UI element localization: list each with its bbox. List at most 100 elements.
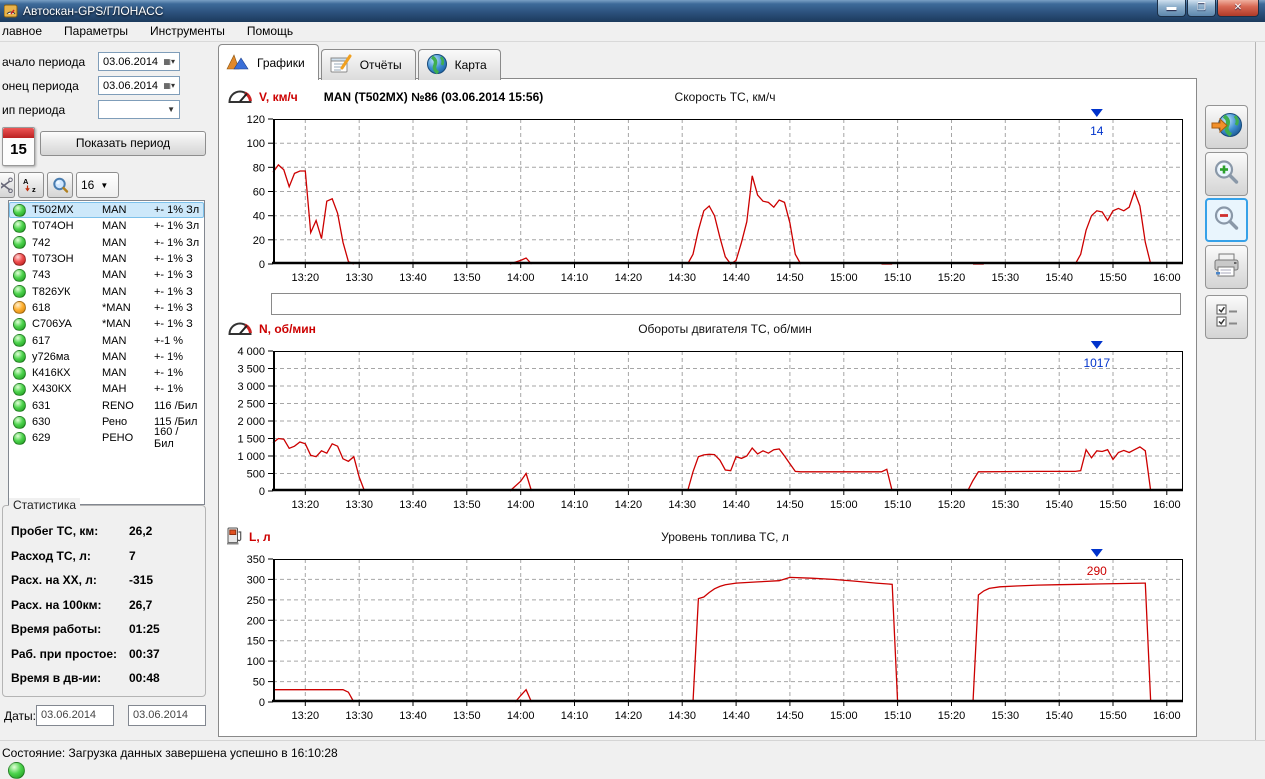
report-options-button[interactable] [1205,295,1248,339]
fuel-chart-title: Уровень топлива ТС, л [269,530,1181,544]
vehicle-row[interactable]: Т502МХMAN+- 1% Зл [9,202,204,218]
vehicle-note: +- 1% Зл [154,204,201,216]
vehicle-row[interactable]: Т073ОНMAN+- 1% З [9,251,204,267]
charts-icon [226,52,250,73]
tab-карта[interactable]: Карта [418,49,501,80]
stat-label: Пробег ТС, км: [11,524,98,538]
svg-text:13:40: 13:40 [399,272,427,284]
svg-text:15:20: 15:20 [938,499,966,511]
svg-text:A: A [23,177,29,186]
statistics-panel: Статистика Пробег ТС, км:26,2Расход ТС, … [2,505,206,697]
vehicle-status-icon [13,399,26,412]
speed-chart-plot[interactable]: 13:2013:3013:4013:5014:0014:1014:2014:30… [221,107,1197,288]
vehicle-status-icon [13,367,26,380]
vehicle-status-icon [13,220,26,233]
svg-text:16:00: 16:00 [1153,499,1181,511]
vehicle-name: 617 [32,335,102,347]
chart-marker-value: 290 [1087,564,1107,578]
main-area: ГрафикиОтчётыКарта V, км/чMAN (Т502МХ) №… [210,42,1265,740]
fuel-chart-plot[interactable]: 13:2013:3013:4013:5014:0014:1014:2014:30… [221,547,1197,726]
print-button[interactable] [1205,245,1248,289]
chevron-down-icon[interactable]: ▼ [167,105,175,114]
minimize-button[interactable]: ▬ [1157,0,1186,17]
svg-text:14:30: 14:30 [668,710,696,722]
vehicle-name: 631 [32,400,102,412]
vehicle-row[interactable]: у726маMAN+- 1% [9,349,204,365]
menu-item-3[interactable]: Помощь [236,22,304,41]
vehicle-brand: Рено [102,416,154,428]
restore-button[interactable]: ❐ [1187,0,1216,17]
list-size-select[interactable]: 16 ▼ [76,172,119,198]
search-button[interactable] [47,172,73,198]
period-type-select[interactable]: ▼ [98,100,180,119]
period-start-field[interactable]: 03.06.2014 ▦▾ [98,52,180,71]
vehicle-name: 630 [32,416,102,428]
globe-arrow-icon [1210,110,1244,145]
search-icon [52,177,69,194]
rpm-chart-plot[interactable]: 13:2013:3013:4013:5014:0014:1014:2014:30… [221,339,1197,515]
rpm-chart: N, об/минОбороты двигателя ТС, об/мин13:… [219,319,1196,515]
window-title: Автоскан-GPS/ГЛОНАСС [23,4,163,18]
svg-text:60: 60 [253,187,265,199]
period-end-field[interactable]: 03.06.2014 ▦▾ [98,76,180,95]
vehicle-brand: *MAN [102,302,154,314]
open-map-button[interactable] [1205,105,1248,149]
menu-item-0[interactable]: лавное [0,22,53,41]
vehicle-row[interactable]: Х430КХМАН+- 1% [9,381,204,397]
vehicle-row[interactable]: К416КХMAN+- 1% [9,365,204,381]
zoom-out-button[interactable] [1205,198,1248,242]
vehicle-note: 160 / Бил [154,426,201,450]
calendar-dropdown-icon[interactable]: ▦▾ [163,57,175,66]
stat-value: 00:48 [129,671,160,685]
tab-отчёты[interactable]: Отчёты [321,49,416,80]
vehicle-row[interactable]: 617MAN+-1 % [9,332,204,348]
vehicle-row[interactable]: 618*MAN+- 1% З [9,300,204,316]
svg-text:13:20: 13:20 [292,499,320,511]
vehicle-row[interactable]: Т074ОНMAN+- 1% Зл [9,218,204,234]
vehicle-row[interactable]: 742MAN+- 1% Зл [9,235,204,251]
stat-label: Время работы: [11,622,101,636]
vehicle-note: +- 1% З [154,253,201,265]
show-period-button[interactable]: Показать период [40,131,206,156]
vehicle-row[interactable]: С706УА*MAN+- 1% З [9,316,204,332]
svg-text:14:10: 14:10 [561,272,589,284]
vehicle-status-icon [13,350,26,363]
vehicle-name: К416КХ [32,367,102,379]
period-type-label: ип периода [2,103,65,117]
vehicle-row[interactable]: 743MAN+- 1% З [9,267,204,283]
stat-value: 7 [129,549,136,563]
vehicle-brand: МАН [102,383,154,395]
vehicle-brand: MAN [102,204,154,216]
sort-az-button[interactable]: Az [18,172,44,198]
svg-text:2 500: 2 500 [237,399,265,411]
vehicle-row[interactable]: 629РЕНО160 / Бил [9,430,204,446]
vehicle-row[interactable]: Т826УКMAN+- 1% З [9,283,204,299]
svg-text:14:20: 14:20 [615,499,643,511]
tab-графики[interactable]: Графики [218,44,319,80]
vehicle-note: +- 1% З [154,269,201,281]
stat-row: Раб. при простое:00:37 [11,647,197,661]
svg-text:14:10: 14:10 [561,499,589,511]
vehicle-status-icon [13,416,26,429]
menu-item-1[interactable]: Параметры [53,22,139,41]
svg-text:13:30: 13:30 [345,710,373,722]
vehicle-name: Т826УК [32,286,102,298]
svg-text:14:40: 14:40 [722,499,750,511]
tab-label: Графики [257,56,305,70]
date-to-field[interactable]: 03.06.2014 [128,705,206,726]
svg-text:14:50: 14:50 [776,499,804,511]
zoom-in-button[interactable] [1205,152,1248,196]
vehicle-note: +- 1% З [154,302,201,314]
vehicle-row[interactable]: 631RENO116 /Бил [9,398,204,414]
tools-button[interactable] [0,172,15,198]
svg-text:14:40: 14:40 [722,272,750,284]
close-button[interactable]: ✕ [1217,0,1259,17]
svg-text:14:30: 14:30 [668,499,696,511]
dates-row: Даты: 03.06.2014 03.06.2014 [0,705,210,729]
menu-item-2[interactable]: Инструменты [139,22,236,41]
vehicle-status-icon [13,285,26,298]
vehicle-brand: MAN [102,367,154,379]
calendar-dropdown-icon[interactable]: ▦▾ [163,81,175,90]
svg-text:13:50: 13:50 [453,272,481,284]
date-from-field[interactable]: 03.06.2014 [36,705,114,726]
